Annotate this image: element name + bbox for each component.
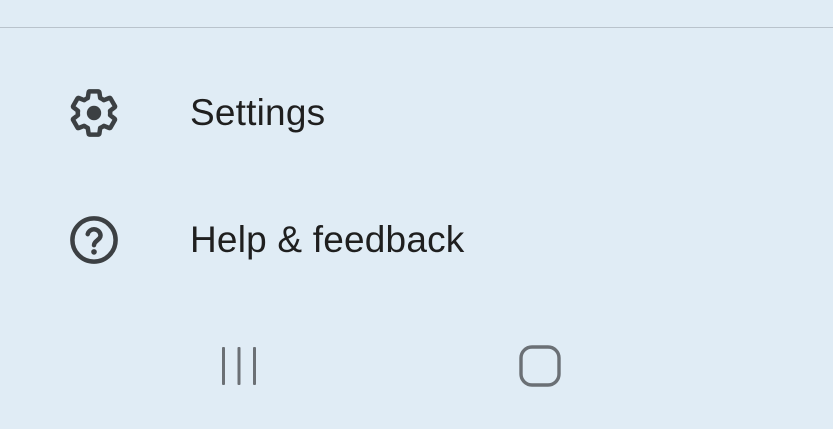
help-feedback-label: Help & feedback: [190, 219, 465, 260]
divider: [0, 27, 833, 28]
home-button[interactable]: [500, 338, 580, 398]
recents-button[interactable]: [199, 338, 279, 398]
recents-icon: [217, 344, 261, 393]
system-navigation-bar: [0, 320, 833, 429]
home-icon: [518, 344, 562, 393]
drawer-screen: Settings Help & feedback: [0, 0, 833, 429]
menu-item-help-feedback[interactable]: Help & feedback: [0, 185, 833, 295]
menu-item-settings[interactable]: Settings: [0, 58, 833, 168]
settings-label: Settings: [190, 92, 326, 133]
gear-icon: [66, 85, 122, 141]
help-circle-icon: [66, 212, 122, 268]
